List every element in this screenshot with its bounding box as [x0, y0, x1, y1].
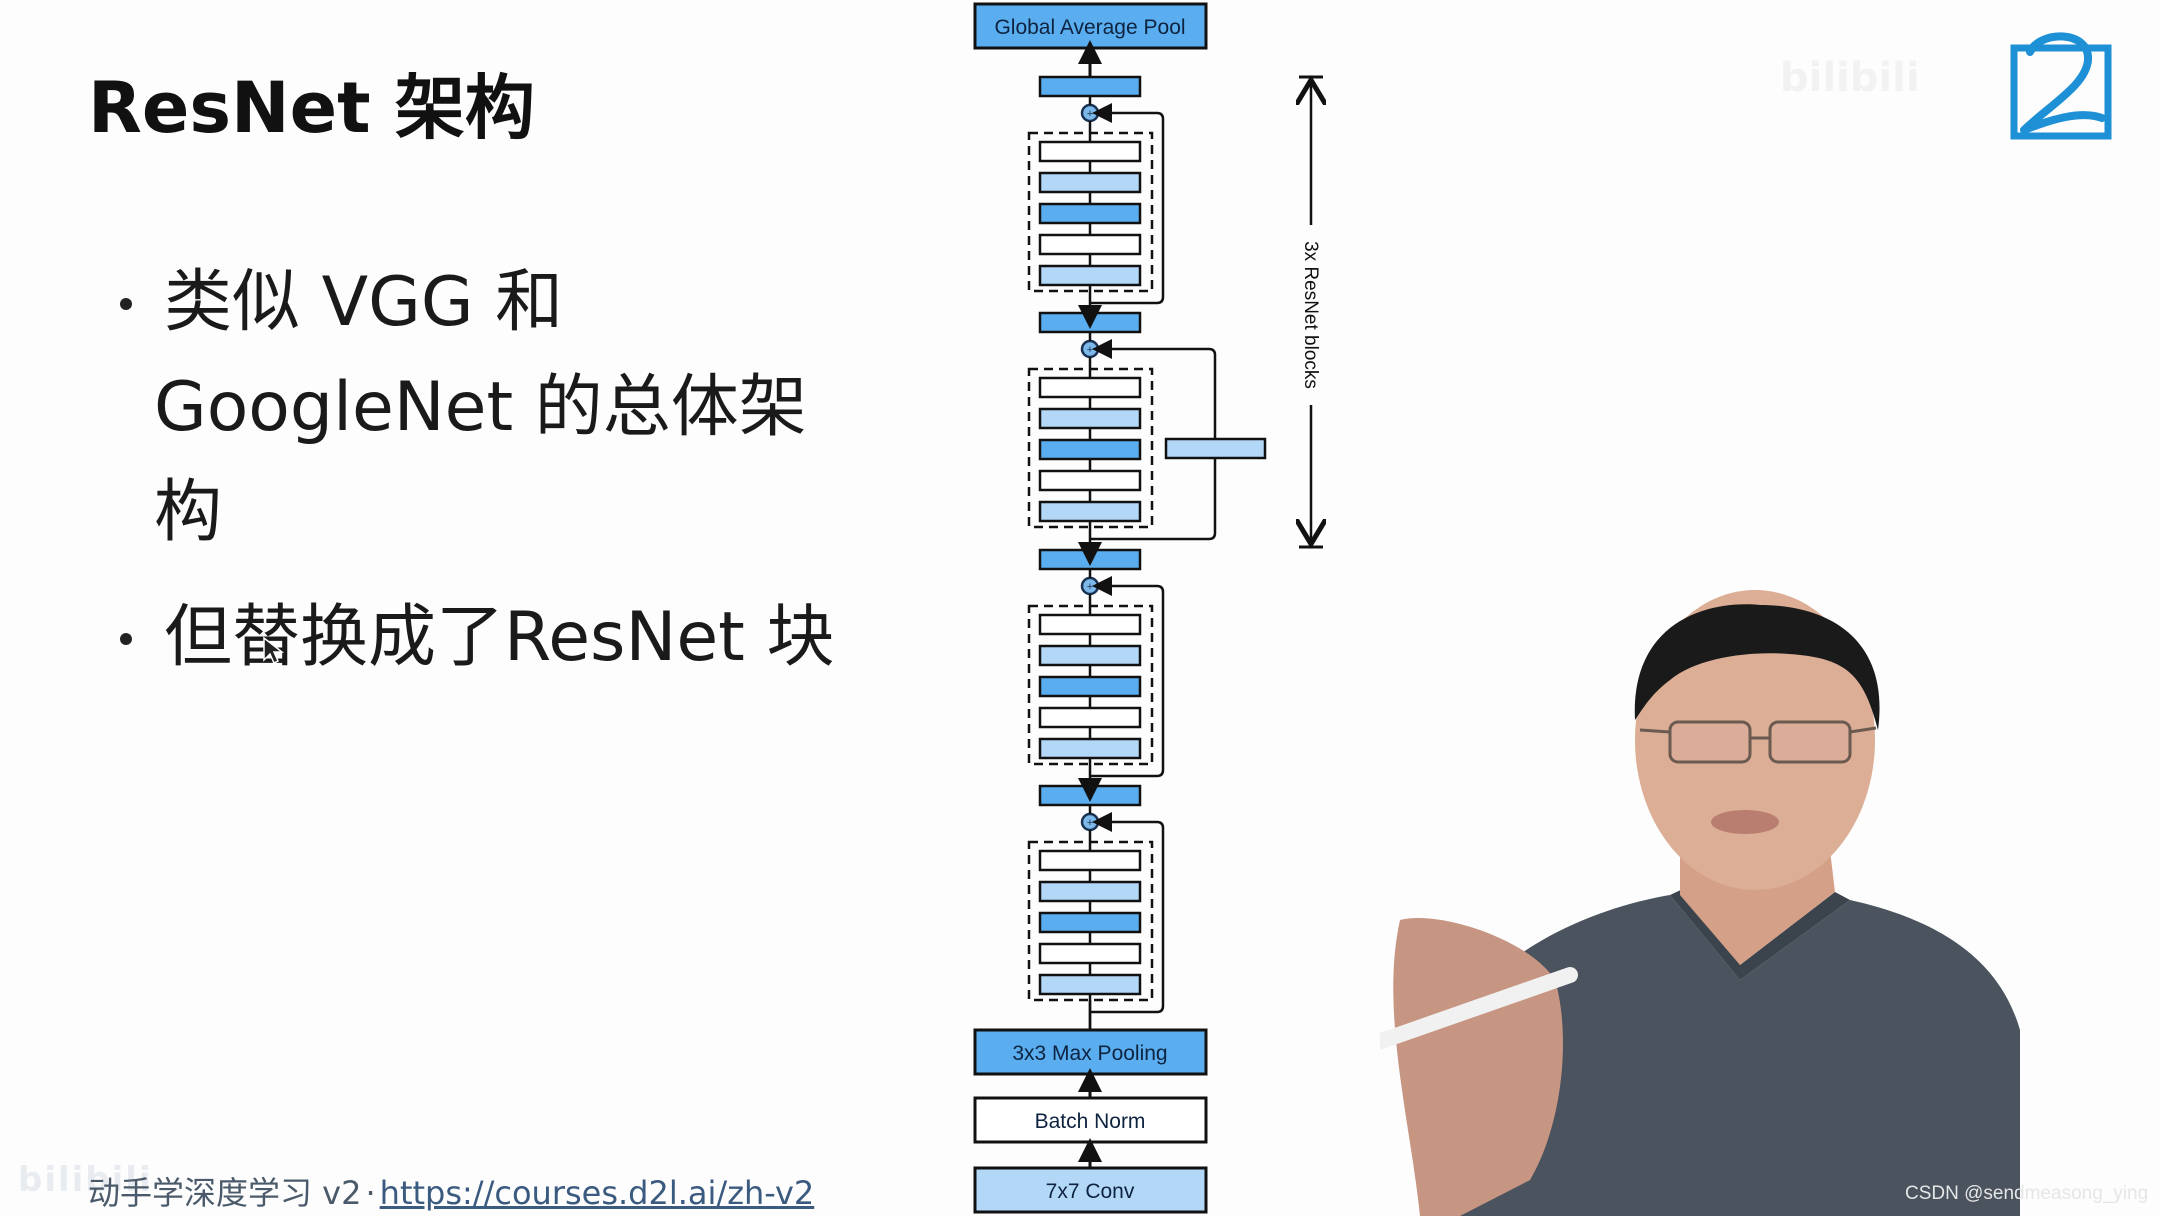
footer: 动手学深度学习 v2 · https://courses.d2l.ai/zh-v2 — [88, 1168, 814, 1214]
max-pooling-box — [973, 1028, 1208, 1076]
inner-relu-layer — [1038, 911, 1142, 934]
bullet-item: 但替换成了ResNet 块 — [110, 585, 870, 690]
inner-conv-layer — [1038, 407, 1142, 430]
bullet-line: 类似 VGG 和 — [164, 263, 564, 342]
plus-icon: + — [1087, 344, 1093, 356]
skip-connection — [1090, 576, 1165, 778]
bullet-dot — [120, 633, 132, 645]
course-name: 动手学深度学习 v2 — [88, 1174, 362, 1212]
skip-connection — [1090, 812, 1165, 1014]
plus-icon: + — [1087, 581, 1093, 593]
csdn-watermark: CSDN @sendmeasong_ying — [1905, 1183, 2149, 1204]
inner-relu-layer — [1038, 438, 1142, 461]
inner-batchnorm-layer — [1038, 233, 1142, 256]
inner-conv-layer — [1038, 880, 1142, 903]
inner-conv-layer — [1038, 737, 1142, 760]
inner-relu-layer — [1038, 675, 1142, 698]
plus-icon: + — [1087, 817, 1093, 829]
inner-conv-layer — [1038, 644, 1142, 667]
sum-node-icon — [1080, 812, 1100, 832]
residual-block-group — [1027, 131, 1154, 293]
block-output-bar — [1038, 75, 1142, 98]
global-average-pool-box — [973, 2, 1208, 50]
footer-separator: · — [365, 1174, 376, 1212]
mouse-cursor-icon — [263, 636, 284, 665]
inner-batchnorm-layer — [1038, 613, 1142, 636]
sum-node-icon — [1080, 103, 1100, 123]
block-output-bar — [1038, 548, 1142, 571]
bullet-line: GoogleNet 的总体架 — [154, 368, 807, 447]
inner-batchnorm-layer — [1038, 706, 1142, 729]
sum-node-icon — [1080, 339, 1100, 359]
conv7x7-box — [973, 1166, 1208, 1214]
inner-conv-layer — [1038, 500, 1142, 523]
presenter-video — [1380, 590, 2020, 1216]
max-pooling-box-label: 3x3 Max Pooling — [1012, 1042, 1167, 1065]
inner-relu-layer — [1038, 202, 1142, 225]
conv7x7-box-label: 7x7 Conv — [1046, 1180, 1135, 1203]
batch-norm-box — [973, 1096, 1208, 1144]
d2l-logo-icon — [2010, 32, 2112, 140]
residual-block-group — [1027, 840, 1154, 1002]
plus-icon: + — [1087, 108, 1093, 120]
residual-block-group — [1027, 604, 1154, 766]
global-average-pool-box-label: Global Average Pool — [994, 16, 1185, 39]
inner-batchnorm-layer — [1038, 469, 1142, 492]
block-output-bar — [1038, 784, 1142, 807]
batch-norm-box-label: Batch Norm — [1035, 1110, 1146, 1133]
sum-node-icon — [1080, 576, 1100, 596]
inner-batchnorm-layer — [1038, 140, 1142, 163]
bullet-dot — [120, 298, 132, 310]
inner-batchnorm-layer — [1038, 849, 1142, 872]
residual-block-group — [1027, 367, 1154, 529]
bullet-item: 类似 VGG 和 GoogleNet 的总体架 构 — [110, 250, 870, 565]
bullet-list: 类似 VGG 和 GoogleNet 的总体架 构 但替换成了ResNet 块 — [110, 250, 870, 690]
inner-batchnorm-layer — [1038, 376, 1142, 399]
course-link[interactable]: https://courses.d2l.ai/zh-v2 — [380, 1174, 815, 1212]
block-output-bar — [1038, 311, 1142, 334]
skip-connection — [1090, 339, 1217, 541]
slide-title: ResNet 架构 — [88, 67, 535, 149]
top-watermark: bilibili — [1780, 55, 1920, 101]
projection-conv-1x1 — [1164, 437, 1267, 460]
inner-conv-layer — [1038, 171, 1142, 194]
skip-connection — [1090, 103, 1165, 305]
inner-batchnorm-layer — [1038, 942, 1142, 965]
inner-conv-layer — [1038, 264, 1142, 287]
bullet-line: 构 — [154, 473, 223, 552]
repeat-label: 3x ResNet blocks — [1300, 241, 1321, 389]
inner-conv-layer — [1038, 973, 1142, 996]
